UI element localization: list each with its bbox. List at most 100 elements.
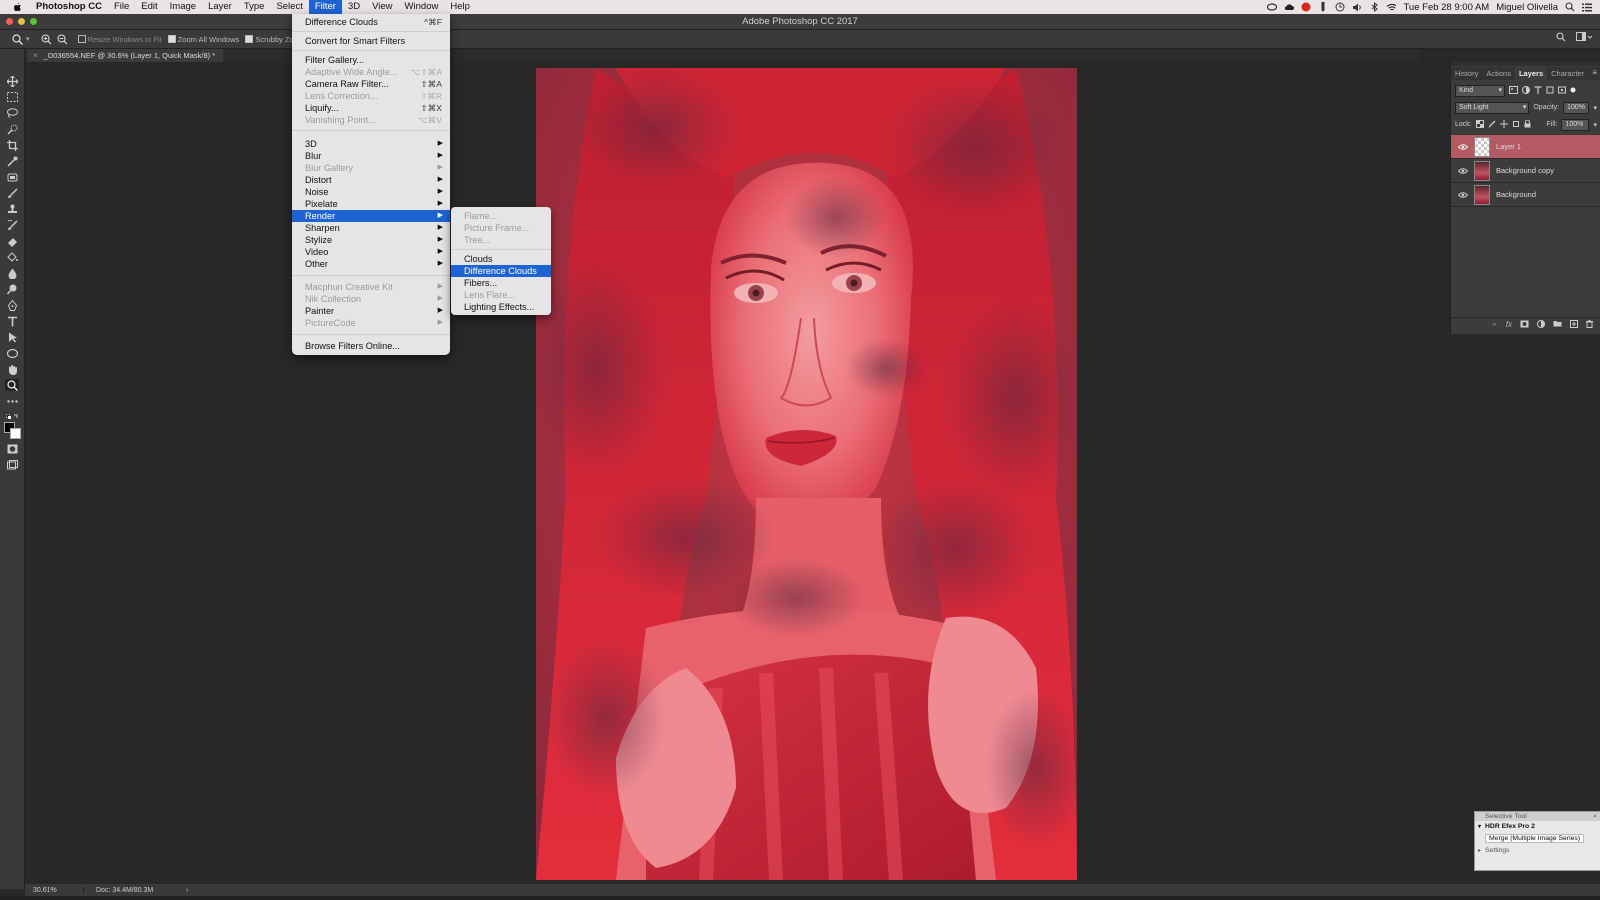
filter-menu-item-convert-smart-filters[interactable]: Convert for Smart Filters xyxy=(292,35,450,47)
layer-row[interactable]: Background xyxy=(1451,183,1600,207)
pencil-icon[interactable] xyxy=(1318,2,1328,12)
menu-help[interactable]: Help xyxy=(444,0,476,14)
acrobat-icon[interactable] xyxy=(1301,2,1311,12)
tab-actions[interactable]: Actions xyxy=(1482,67,1515,80)
workspace-switcher-icon[interactable] xyxy=(1576,32,1593,44)
search-icon[interactable] xyxy=(1556,32,1566,44)
marquee-tool-icon[interactable] xyxy=(5,91,19,103)
quick-mask-icon[interactable] xyxy=(5,443,19,455)
zoom-in-icon[interactable] xyxy=(40,32,54,46)
menu-window[interactable]: Window xyxy=(399,0,445,14)
render-item-flame[interactable]: Flame... xyxy=(451,210,551,222)
layer-name[interactable]: Background copy xyxy=(1496,166,1554,175)
zoom-all-windows-checkbox[interactable]: Zoom All Windows xyxy=(167,35,239,44)
filter-menu-item-lens-correction[interactable]: Lens Correction... ⇧⌘R xyxy=(292,90,450,102)
time-machine-icon[interactable] xyxy=(1335,2,1345,12)
notification-center-icon[interactable] xyxy=(1582,2,1592,12)
fx-icon[interactable]: fx xyxy=(1506,320,1512,329)
panel-collapse-bar[interactable] xyxy=(1451,62,1600,66)
filter-menu-item-pixelate[interactable]: Pixelate ▶ xyxy=(292,198,450,210)
render-item-lighting-effects[interactable]: Lighting Effects... xyxy=(451,301,551,313)
merge-button[interactable]: Merge (Multiple Image Series) xyxy=(1475,833,1600,845)
resize-windows-checkbox[interactable]: Resize Windows to Fit xyxy=(77,35,162,44)
apple-icon[interactable] xyxy=(12,2,22,13)
brush-tool-icon[interactable] xyxy=(5,187,19,199)
filter-kind-dropdown[interactable]: Kind ▾ xyxy=(1455,84,1505,97)
settings-row[interactable]: ▸ Settings xyxy=(1475,845,1600,857)
filter-menu-item-difference-clouds[interactable]: Difference Clouds ^⌘F xyxy=(292,16,450,28)
filter-toggle-icon[interactable] xyxy=(1570,87,1576,95)
menu-file[interactable]: File xyxy=(108,0,135,14)
panel-menu-icon[interactable]: ≡ xyxy=(1592,68,1597,77)
volume-icon[interactable] xyxy=(1352,2,1362,12)
zoom-tool-icon[interactable] xyxy=(5,379,19,391)
eye-icon[interactable] xyxy=(1456,191,1470,198)
layer-row[interactable]: Layer 1 xyxy=(1451,135,1600,159)
close-tab-icon[interactable]: × xyxy=(33,51,38,60)
render-item-difference-clouds[interactable]: Difference Clouds xyxy=(451,265,551,277)
ellipse-tool-icon[interactable] xyxy=(5,347,19,359)
filter-menu-item-picturecode[interactable]: PictureCode ▶ xyxy=(292,317,450,329)
filter-menu-item-distort[interactable]: Distort ▶ xyxy=(292,174,450,186)
pixel-filter-icon[interactable] xyxy=(1509,85,1518,96)
more-tools-icon[interactable] xyxy=(5,395,19,407)
type-tool-icon[interactable] xyxy=(5,315,19,327)
shape-filter-icon[interactable] xyxy=(1546,86,1554,96)
wifi-icon[interactable] xyxy=(1386,2,1397,12)
filter-menu-item-sharpen[interactable]: Sharpen ▶ xyxy=(292,222,450,234)
opacity-field[interactable]: 100% xyxy=(1563,101,1590,114)
pen-tool-icon[interactable] xyxy=(5,299,19,311)
filter-menu-item-video[interactable]: Video ▶ xyxy=(292,246,450,258)
menu-image[interactable]: Image xyxy=(164,0,202,14)
tab-history[interactable]: History xyxy=(1451,67,1482,80)
eraser-tool-icon[interactable] xyxy=(5,235,19,247)
menu-app[interactable]: Photoshop CC xyxy=(30,0,108,14)
filter-menu-item-other[interactable]: Other ▶ xyxy=(292,258,450,270)
filter-menu-item-vanishing-point[interactable]: Vanishing Point... ⌥⌘V xyxy=(292,114,450,126)
close-icon[interactable]: × xyxy=(1593,812,1597,821)
photo-canvas[interactable] xyxy=(536,68,1077,880)
blur-tool-icon[interactable] xyxy=(5,267,19,279)
smart-object-filter-icon[interactable] xyxy=(1558,86,1566,96)
eye-icon[interactable] xyxy=(1456,143,1470,150)
bluetooth-icon[interactable] xyxy=(1369,2,1379,12)
dodge-tool-icon[interactable] xyxy=(5,283,19,295)
tab-character[interactable]: Character xyxy=(1547,67,1588,80)
chevron-down-icon[interactable]: ▾ xyxy=(1593,104,1597,112)
render-item-lens-flare[interactable]: Lens Flare... xyxy=(451,289,551,301)
lock-all-icon[interactable] xyxy=(1524,119,1531,130)
link-layers-icon[interactable]: ⚭ xyxy=(1491,320,1498,329)
eyedropper-tool-icon[interactable] xyxy=(5,155,19,167)
menu-select[interactable]: Select xyxy=(270,0,308,14)
chevron-down-icon[interactable]: ▾ xyxy=(26,35,30,43)
menu-layer[interactable]: Layer xyxy=(202,0,238,14)
filter-menu-item-blur[interactable]: Blur ▶ xyxy=(292,150,450,162)
selective-tool-item[interactable]: ▾ HDR Efex Pro 2 xyxy=(1475,821,1600,833)
chevron-down-icon[interactable]: ▾ xyxy=(1593,121,1597,129)
new-layer-icon[interactable] xyxy=(1570,319,1578,330)
menu-3d[interactable]: 3D xyxy=(342,0,366,14)
lock-image-icon[interactable] xyxy=(1488,120,1496,130)
filter-menu-item-adaptive-wide-angle[interactable]: Adaptive Wide Angle... ⌥⇧⌘A xyxy=(292,66,450,78)
filter-menu-item-nik-collection[interactable]: Nik Collection ▶ xyxy=(292,293,450,305)
filter-menu-item-3d[interactable]: 3D ▶ xyxy=(292,138,450,150)
fill-field[interactable]: 100% xyxy=(1561,118,1590,131)
path-selection-tool-icon[interactable] xyxy=(5,331,19,343)
zoom-level[interactable]: 30.61% xyxy=(25,886,84,894)
menu-edit[interactable]: Edit xyxy=(135,0,163,14)
paint-bucket-tool-icon[interactable] xyxy=(5,251,19,263)
render-item-clouds[interactable]: Clouds xyxy=(451,253,551,265)
layer-name[interactable]: Background xyxy=(1496,190,1536,199)
hand-tool-icon[interactable] xyxy=(5,363,19,375)
render-item-picture-frame[interactable]: Picture Frame... xyxy=(451,222,551,234)
creative-cloud-icon[interactable] xyxy=(1267,2,1278,12)
filter-menu-item-camera-raw[interactable]: Camera Raw Filter... ⇧⌘A xyxy=(292,78,450,90)
adjustment-layer-icon[interactable] xyxy=(1537,319,1545,330)
lock-artboard-icon[interactable] xyxy=(1512,120,1520,130)
chevron-right-icon[interactable]: › xyxy=(186,887,188,894)
tab-layers[interactable]: Layers xyxy=(1514,67,1548,80)
move-tool-icon[interactable] xyxy=(5,75,19,87)
zoom-tool-preset-icon[interactable] xyxy=(12,33,26,45)
zoom-out-icon[interactable] xyxy=(56,32,70,46)
frame-tool-icon[interactable] xyxy=(5,171,19,183)
